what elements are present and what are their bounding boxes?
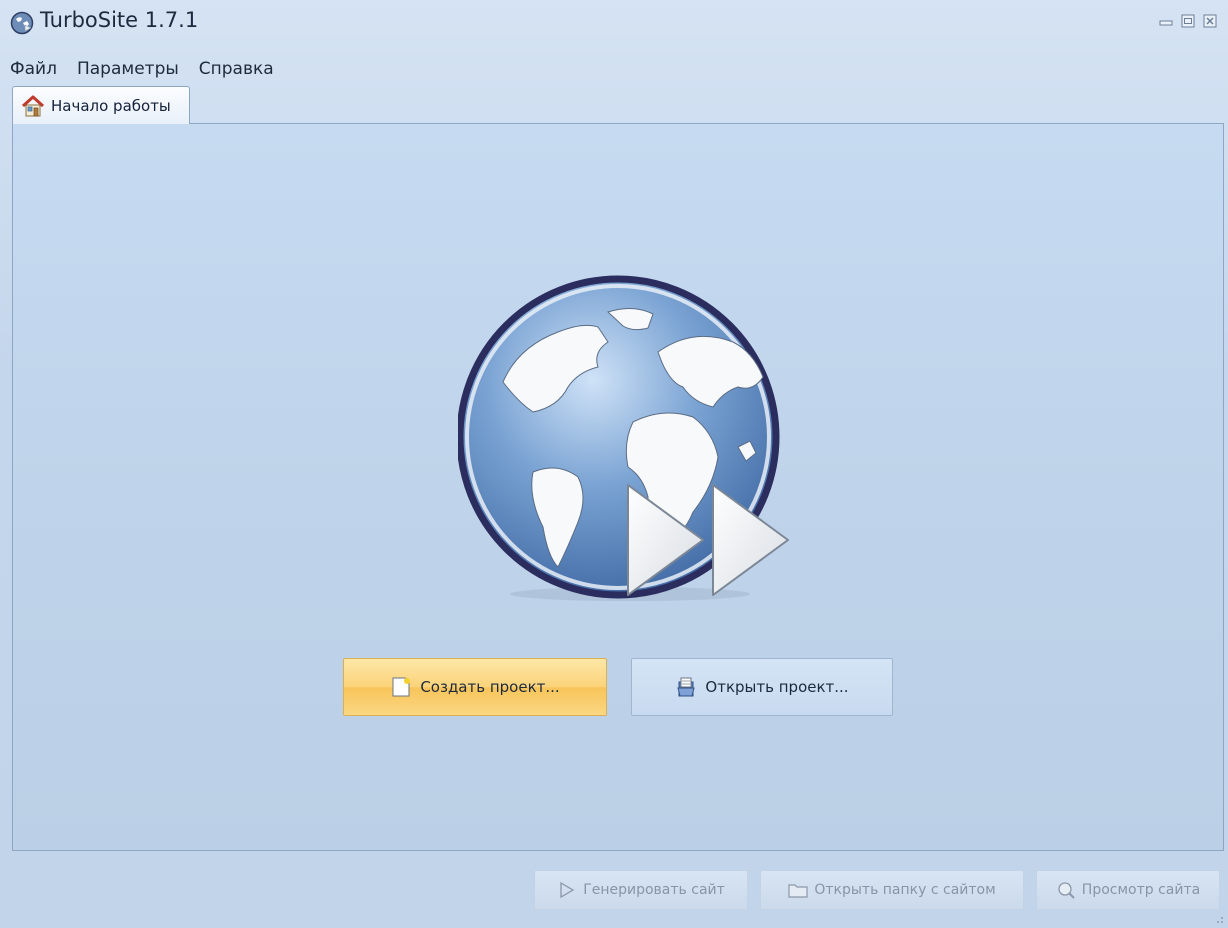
open-site-folder-label: Открыть папку с сайтом <box>814 882 996 898</box>
folder-icon <box>788 884 808 898</box>
close-button[interactable] <box>1202 13 1218 29</box>
home-icon <box>21 95 45 116</box>
tab-label: Начало работы <box>51 96 171 115</box>
minimize-icon <box>1159 20 1173 26</box>
close-icon <box>1203 14 1217 28</box>
start-page-panel: Создать проект... Открыть проект... <box>12 123 1224 851</box>
preview-site-label: Просмотр сайта <box>1081 882 1201 898</box>
app-globe-icon <box>10 11 34 35</box>
menu-settings[interactable]: Параметры <box>68 56 190 82</box>
title-bar: TurboSite 1.7.1 <box>0 0 1228 46</box>
open-project-icon <box>677 677 696 697</box>
play-icon <box>560 881 575 899</box>
magnifier-icon <box>1058 882 1075 899</box>
generate-site-button[interactable]: Генерировать сайт <box>534 870 748 910</box>
new-document-icon <box>392 677 411 697</box>
maximize-icon <box>1181 14 1195 28</box>
menu-bar: Файл Параметры Справка <box>0 56 285 82</box>
maximize-button[interactable] <box>1180 13 1196 29</box>
bottom-action-bar: Генерировать сайт Открыть папку с сайтом… <box>0 860 1228 928</box>
tab-start[interactable]: Начало работы <box>12 86 190 124</box>
window-title: TurboSite 1.7.1 <box>40 8 199 32</box>
app-window: TurboSite 1.7.1 Файл Параметры Справка Н… <box>0 0 1228 928</box>
open-project-label: Открыть проект... <box>705 678 849 696</box>
minimize-button[interactable] <box>1158 13 1174 29</box>
open-project-button[interactable]: Открыть проект... <box>631 658 893 716</box>
open-site-folder-button[interactable]: Открыть папку с сайтом <box>760 870 1024 910</box>
preview-site-button[interactable]: Просмотр сайта <box>1036 870 1220 910</box>
resize-grip-icon[interactable] <box>1214 914 1224 924</box>
create-project-label: Создать проект... <box>420 678 560 696</box>
create-project-button[interactable]: Создать проект... <box>343 658 607 716</box>
globe-logo-icon <box>458 275 789 601</box>
menu-help[interactable]: Справка <box>190 56 285 82</box>
menu-file[interactable]: Файл <box>0 56 68 82</box>
window-controls <box>1158 13 1218 29</box>
generate-site-label: Генерировать сайт <box>583 882 725 898</box>
